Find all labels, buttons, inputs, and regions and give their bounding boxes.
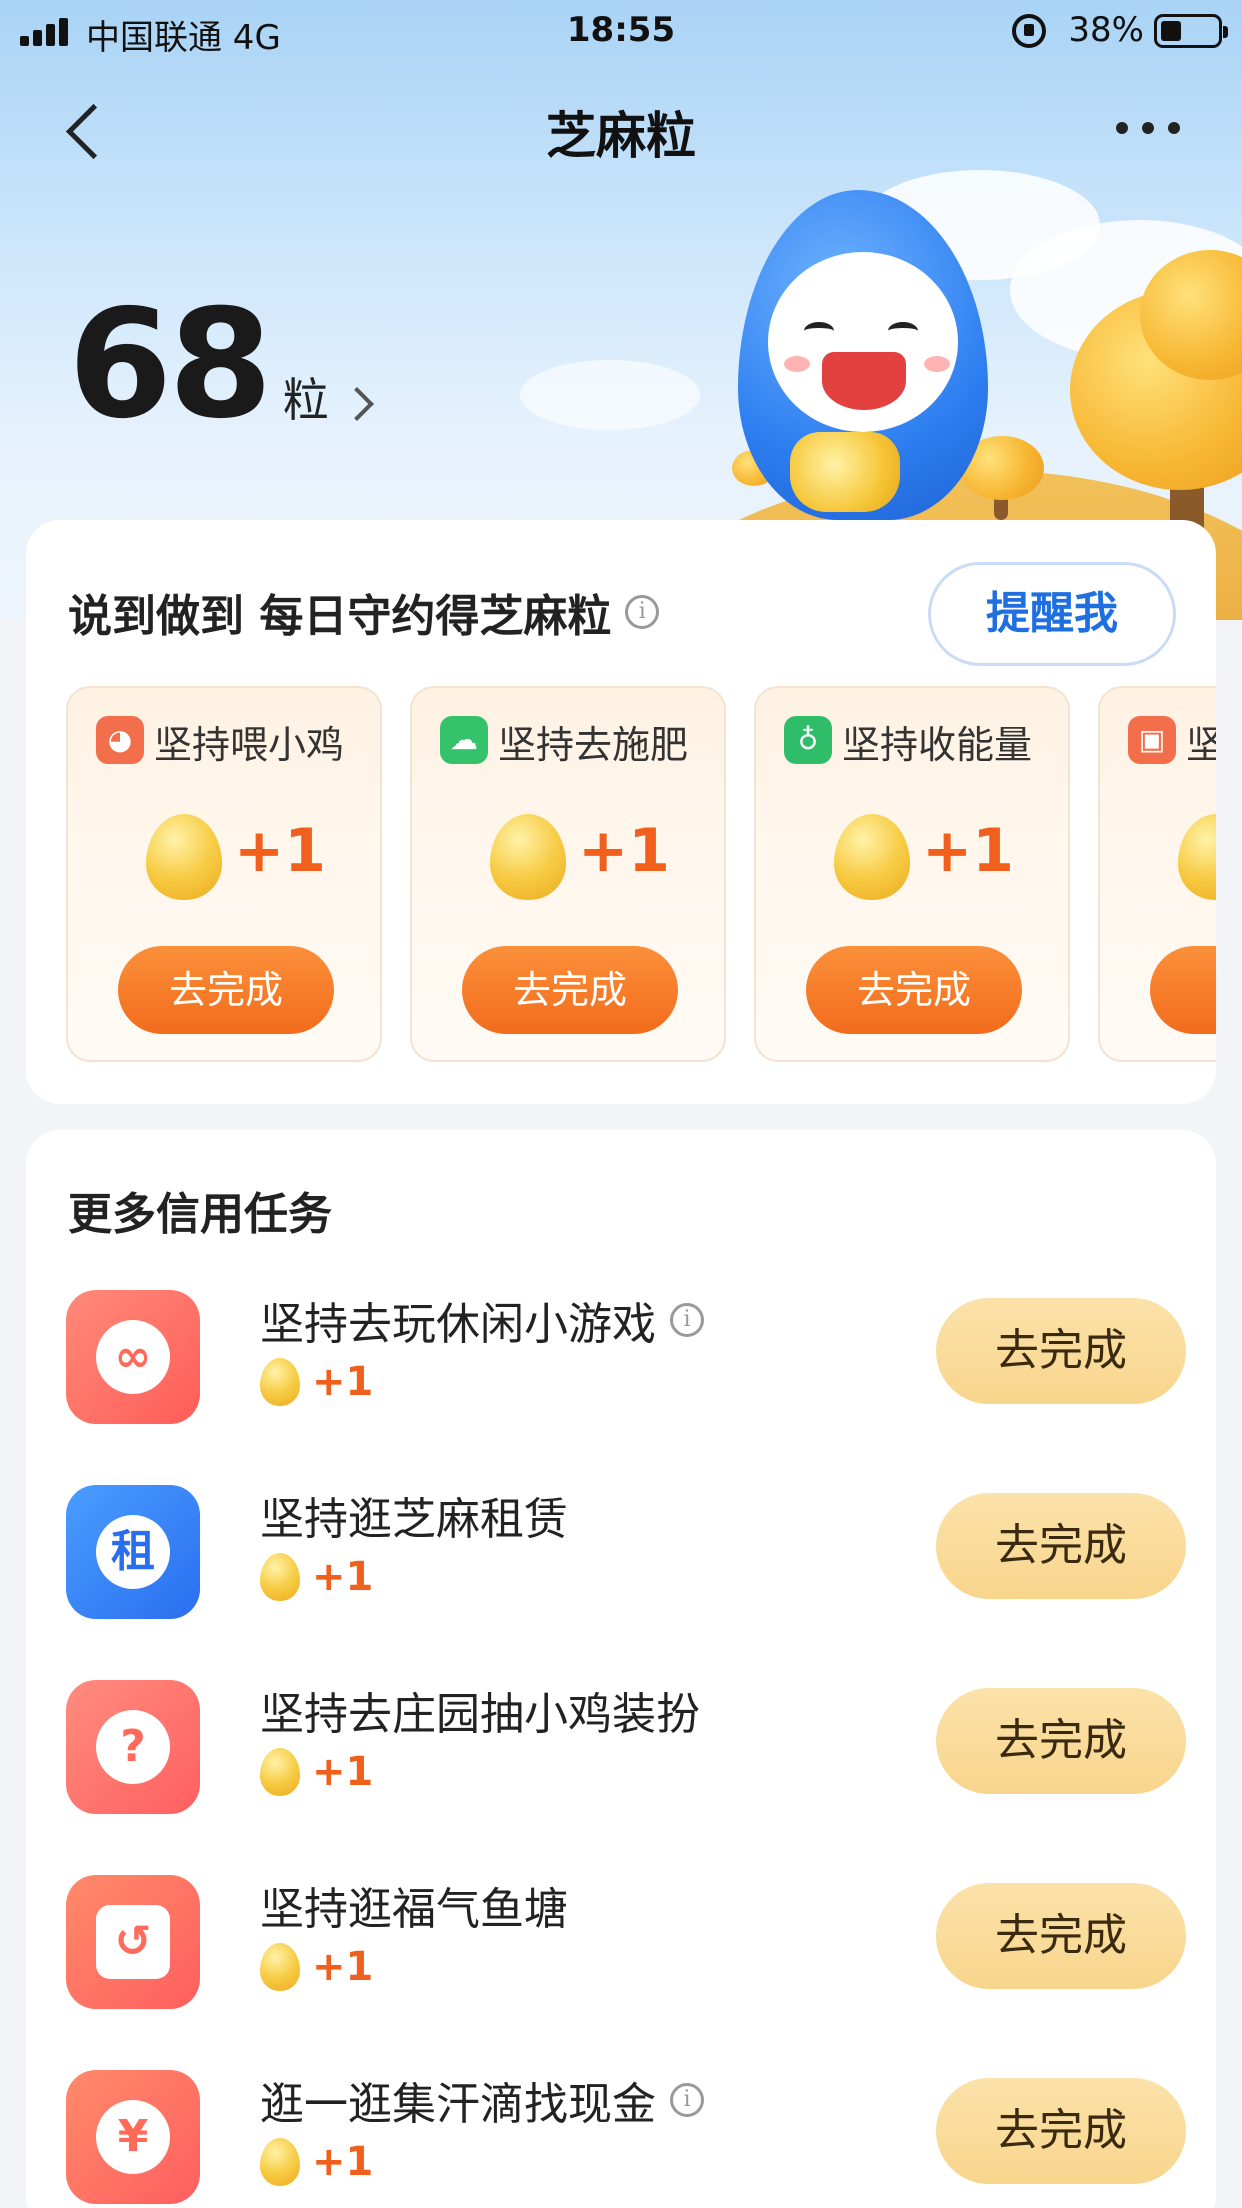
list-item[interactable]: ¥ 逛一逛集汗滴找现金 i +1 去完成 [66, 2060, 1186, 2208]
rotation-lock-icon [1012, 14, 1046, 48]
task-reward: +1 [260, 2138, 373, 2186]
go-complete-button[interactable]: 去完成 [936, 1688, 1186, 1794]
go-complete-button[interactable]: 去完成 [806, 946, 1022, 1034]
daily-task-card[interactable]: ☁ 坚持去施肥 +1 去完成 [410, 686, 726, 1062]
game-icon: ∞ [66, 1290, 200, 1424]
mascot-mouth [822, 352, 906, 410]
energy-icon: ♁ [784, 716, 832, 764]
battery-icon [1154, 14, 1228, 48]
farm-icon: ☁ [440, 716, 488, 764]
task-reward: +1 [260, 1748, 373, 1796]
sesame-seed-icon [260, 1358, 300, 1406]
task-title-text: 坚持逛福气鱼塘 [260, 1884, 568, 1935]
reward-amount: +1 [312, 1359, 374, 1405]
remind-me-button[interactable]: 提醒我 [928, 562, 1176, 666]
task-title: 坚持逛芝麻租赁 [260, 1483, 568, 1547]
daily-task-title: 坚持收能量 [842, 723, 1033, 767]
daily-tasks-title-text: 说到做到 每日守约得芝麻粒 [68, 591, 612, 642]
more-icon[interactable] [1116, 108, 1180, 144]
go-complete-button[interactable]: 去完成 [936, 1493, 1186, 1599]
list-item[interactable]: ∞ 坚持去玩休闲小游戏 i +1 去完成 [66, 1280, 1186, 1430]
task-reward: +1 [260, 1943, 373, 1991]
rent-icon: 租 [66, 1485, 200, 1619]
daily-task-list: ◕ 坚持喂小鸡 +1 去完成 ☁ 坚持去施肥 +1 去完成 ♁ 坚持收能量 +1… [66, 686, 1216, 1062]
sesame-seed-icon [146, 814, 222, 900]
fishpond-icon: ↺ [66, 1875, 200, 2009]
mascot-cheek [924, 356, 950, 372]
task-title-text: 逛一逛集汗滴找现金 [260, 2079, 656, 2130]
task-reward: +1 [260, 1358, 373, 1406]
go-complete-button[interactable]: 去完成 [462, 946, 678, 1034]
daily-task-reward: +1 [922, 816, 1015, 886]
go-complete-button[interactable]: 去完成 [936, 1883, 1186, 1989]
reward-amount: +1 [312, 1749, 374, 1795]
seed-jar-icon [790, 432, 900, 512]
more-tasks-card: 更多信用任务 ∞ 坚持去玩休闲小游戏 i +1 去完成 租 坚持逛芝麻租赁 +1… [26, 1130, 1216, 2208]
fishpond-glyph: ↺ [96, 1905, 170, 1979]
sesame-seed-icon [260, 1748, 300, 1796]
more-tasks-title: 更多信用任务 [68, 1189, 332, 1240]
game-glyph: ∞ [96, 1320, 170, 1394]
cash-icon: ¥ [66, 2070, 200, 2204]
info-icon[interactable]: i [670, 1303, 704, 1337]
status-time: 18:55 [566, 10, 676, 50]
daily-tasks-title: 说到做到 每日守约得芝麻粒 i [68, 580, 660, 644]
mascot-cheek [784, 356, 810, 372]
daily-task-reward: +1 [234, 816, 327, 886]
sesame-seed-icon [260, 1943, 300, 1991]
task-title-text: 坚持逛芝麻租赁 [260, 1494, 568, 1545]
rent-glyph: 租 [96, 1515, 170, 1589]
task-title-text: 坚持去玩休闲小游戏 [260, 1299, 656, 1350]
gift-icon: ▣ [1128, 716, 1176, 764]
cloud [520, 360, 700, 430]
lottery-icon: ? [66, 1680, 200, 1814]
go-complete-button[interactable]: 去 [1150, 946, 1216, 1034]
chevron-right-icon [339, 387, 374, 421]
task-title-text: 坚持去庄园抽小鸡装扮 [260, 1689, 700, 1740]
reward-amount: +1 [312, 2139, 374, 2185]
reward-amount: +1 [312, 1944, 374, 1990]
daily-task-title: 坚持去施肥 [498, 723, 689, 767]
daily-task-card[interactable]: ▣ 坚 去 [1098, 686, 1216, 1062]
list-item[interactable]: 租 坚持逛芝麻租赁 +1 去完成 [66, 1475, 1186, 1625]
battery-percent: 38% [1068, 10, 1144, 50]
list-item[interactable]: ? 坚持去庄园抽小鸡装扮 +1 去完成 [66, 1670, 1186, 1820]
task-title: 坚持逛福气鱼塘 [260, 1873, 568, 1937]
sesame-seed-icon [490, 814, 566, 900]
points-unit: 粒 [282, 373, 329, 427]
sesame-seed-icon [260, 1553, 300, 1601]
points-summary[interactable]: 68 粒 [68, 278, 374, 452]
daily-task-card[interactable]: ◕ 坚持喂小鸡 +1 去完成 [66, 686, 382, 1062]
list-item[interactable]: ↺ 坚持逛福气鱼塘 +1 去完成 [66, 1865, 1186, 2015]
task-title: 坚持去庄园抽小鸡装扮 [260, 1678, 700, 1742]
daily-tasks-card: 说到做到 每日守约得芝麻粒 i 提醒我 ◕ 坚持喂小鸡 +1 去完成 ☁ 坚持去… [26, 520, 1216, 1104]
task-reward: +1 [260, 1553, 373, 1601]
daily-task-title: 坚 [1186, 723, 1216, 767]
sesame-seed-icon [1178, 814, 1216, 900]
daily-task-title: 坚持喂小鸡 [154, 723, 345, 767]
info-icon[interactable]: i [670, 2083, 704, 2117]
daily-task-card[interactable]: ♁ 坚持收能量 +1 去完成 [754, 686, 1070, 1062]
mascot-eye [804, 322, 834, 340]
daily-task-reward: +1 [578, 816, 671, 886]
info-icon[interactable]: i [625, 595, 660, 629]
task-title: 坚持去玩休闲小游戏 i [260, 1288, 704, 1352]
go-complete-button[interactable]: 去完成 [118, 946, 334, 1034]
reward-amount: +1 [312, 1554, 374, 1600]
lottery-glyph: ? [96, 1710, 170, 1784]
points-value: 68 [68, 278, 273, 452]
task-title: 逛一逛集汗滴找现金 i [260, 2068, 704, 2132]
sesame-seed-icon [834, 814, 910, 900]
chick-icon: ◕ [96, 716, 144, 764]
cash-glyph: ¥ [96, 2100, 170, 2174]
status-bar: 中国联通 4G 18:55 38% [0, 0, 1242, 64]
sesame-seed-icon [260, 2138, 300, 2186]
mascot-eye [888, 322, 918, 340]
page-title: 芝麻粒 [546, 107, 696, 165]
go-complete-button[interactable]: 去完成 [936, 2078, 1186, 2184]
go-complete-button[interactable]: 去完成 [936, 1298, 1186, 1404]
